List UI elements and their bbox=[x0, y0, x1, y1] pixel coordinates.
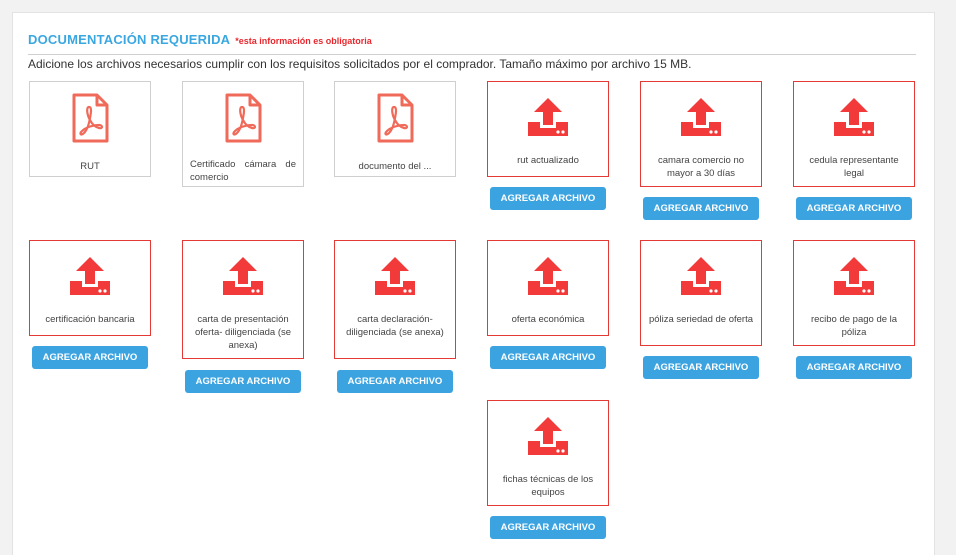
add-file-button[interactable]: AGREGAR ARCHIVO bbox=[490, 516, 606, 539]
document-label: carta de presentación oferta- diligencia… bbox=[194, 314, 292, 351]
document-label: fichas técnicas de los equipos bbox=[502, 474, 594, 498]
add-file-button[interactable]: AGREGAR ARCHIVO bbox=[796, 197, 912, 220]
add-file-button[interactable]: AGREGAR ARCHIVO bbox=[490, 346, 606, 369]
add-file-button[interactable]: AGREGAR ARCHIVO bbox=[337, 370, 453, 393]
pdf-icon bbox=[375, 90, 415, 146]
document-card[interactable]: carta declaración- diligenciada (se anex… bbox=[334, 240, 456, 359]
add-file-button[interactable]: AGREGAR ARCHIVO bbox=[32, 346, 148, 369]
document-card[interactable]: cedula representante legal bbox=[793, 81, 915, 187]
upload-icon bbox=[526, 249, 570, 305]
required-note: *esta información es obligatoria bbox=[235, 36, 372, 46]
document-label: certificación bancaria bbox=[45, 314, 135, 325]
upload-icon bbox=[832, 249, 876, 305]
document-card[interactable]: fichas técnicas de los equipos bbox=[487, 400, 609, 506]
document-card[interactable]: oferta económica bbox=[487, 240, 609, 336]
upload-icon bbox=[526, 90, 570, 146]
upload-icon bbox=[526, 409, 570, 465]
document-label: oferta económica bbox=[511, 314, 585, 325]
pdf-icon bbox=[70, 90, 110, 146]
upload-icon bbox=[679, 90, 723, 146]
document-card[interactable]: rut actualizado bbox=[487, 81, 609, 177]
section-title: DOCUMENTACIÓN REQUERIDA bbox=[28, 32, 231, 47]
document-label: póliza seriedad de oferta bbox=[648, 314, 754, 325]
document-card[interactable]: carta de presentación oferta- diligencia… bbox=[182, 240, 304, 359]
add-file-button[interactable]: AGREGAR ARCHIVO bbox=[185, 370, 301, 393]
add-file-button[interactable]: AGREGAR ARCHIVO bbox=[490, 187, 606, 210]
document-label: RUT bbox=[80, 161, 100, 172]
add-file-button[interactable]: AGREGAR ARCHIVO bbox=[796, 356, 912, 379]
document-card[interactable]: camara comercio no mayor a 30 días bbox=[640, 81, 762, 187]
upload-icon bbox=[679, 249, 723, 305]
pdf-icon bbox=[223, 90, 263, 146]
document-label: cedula representante legal bbox=[809, 155, 899, 179]
document-label: Certificado cámara de comercio bbox=[190, 159, 296, 183]
document-card[interactable]: Certificado cámara de comercio bbox=[182, 81, 304, 187]
document-label: documento del ... bbox=[358, 161, 432, 172]
document-label: rut actualizado bbox=[517, 155, 579, 166]
upload-icon bbox=[68, 249, 112, 305]
header-divider bbox=[28, 54, 916, 55]
add-file-button[interactable]: AGREGAR ARCHIVO bbox=[643, 356, 759, 379]
document-card[interactable]: recibo de pago de la póliza bbox=[793, 240, 915, 346]
document-card[interactable]: certificación bancaria bbox=[29, 240, 151, 336]
upload-icon bbox=[221, 249, 265, 305]
section-description: Adicione los archivos necesarios cumplir… bbox=[28, 57, 692, 71]
document-label: recibo de pago de la póliza bbox=[810, 314, 898, 338]
upload-icon bbox=[832, 90, 876, 146]
add-file-button[interactable]: AGREGAR ARCHIVO bbox=[643, 197, 759, 220]
section-header: DOCUMENTACIÓN REQUERIDA *esta informació… bbox=[28, 32, 372, 47]
document-card[interactable]: póliza seriedad de oferta bbox=[640, 240, 762, 346]
document-label: camara comercio no mayor a 30 días bbox=[657, 155, 745, 179]
document-label: carta declaración- diligenciada (se anex… bbox=[346, 314, 444, 338]
document-card[interactable]: RUT bbox=[29, 81, 151, 177]
document-card[interactable]: documento del ... bbox=[334, 81, 456, 177]
upload-icon bbox=[373, 249, 417, 305]
